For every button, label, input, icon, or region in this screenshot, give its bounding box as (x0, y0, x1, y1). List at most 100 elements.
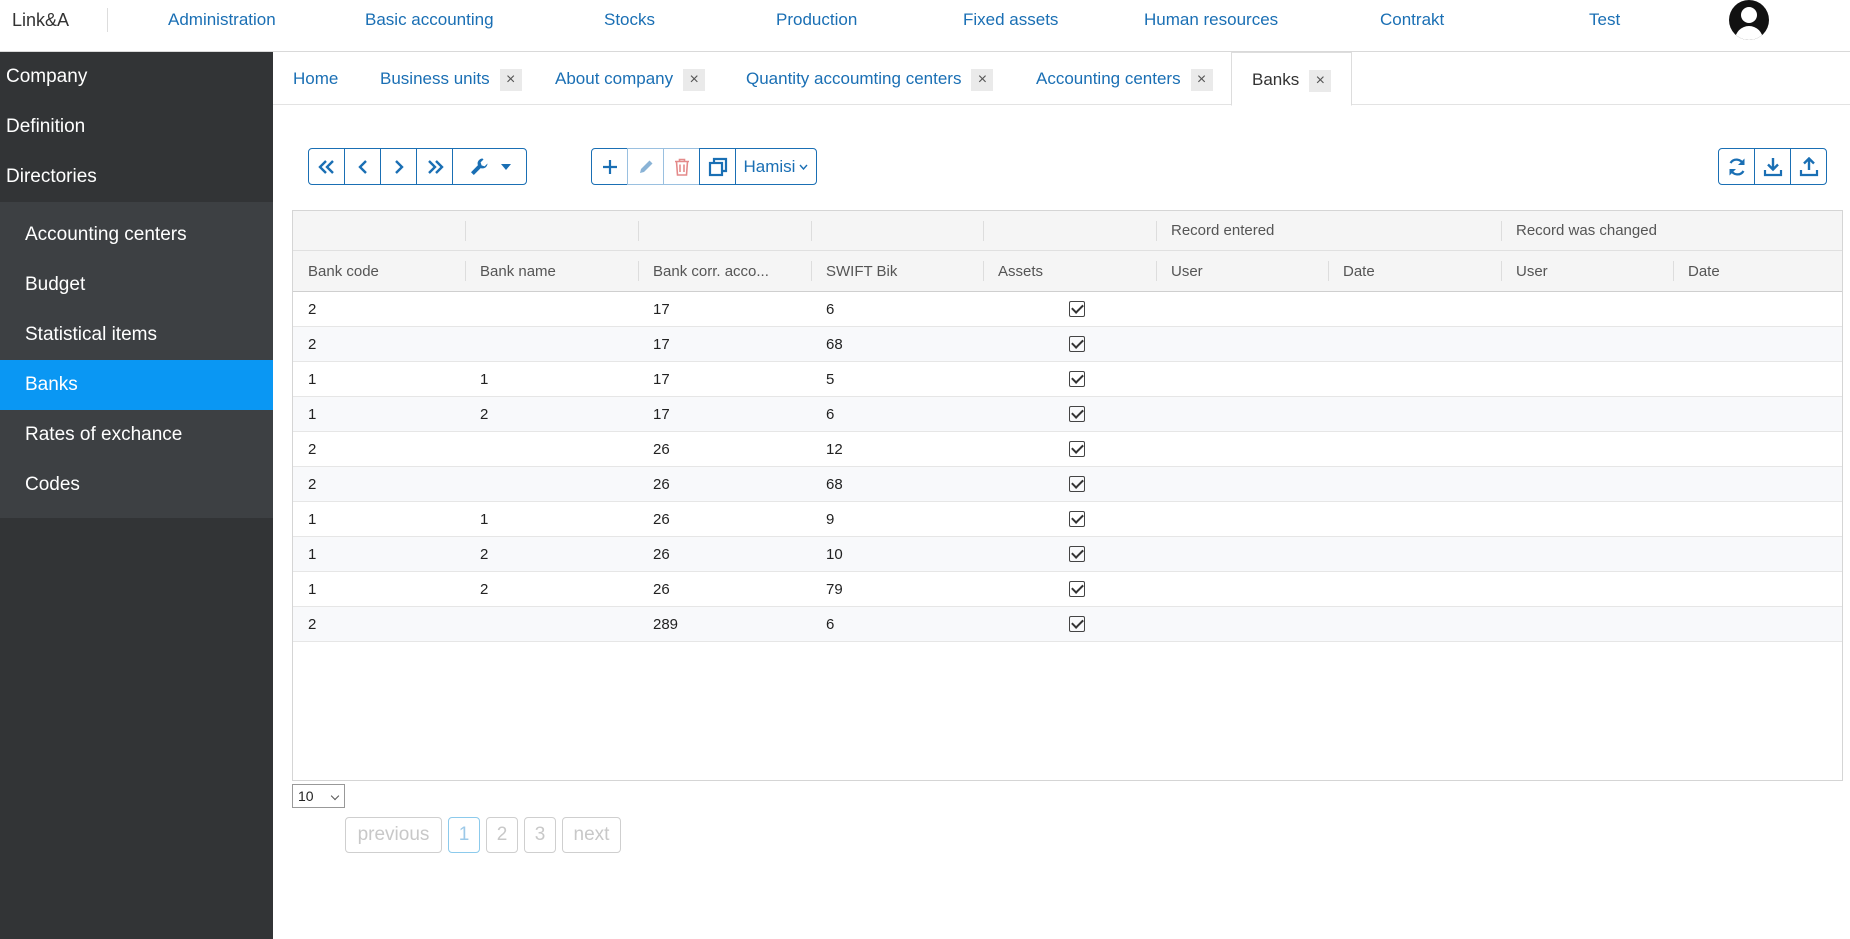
tab-about-company[interactable]: About company × (555, 52, 706, 105)
table-row[interactable]: 2 26 68 (293, 467, 1842, 502)
first-record-button[interactable] (308, 148, 345, 185)
topnav-test[interactable]: Test (1589, 10, 1620, 30)
assets-checkbox[interactable] (1069, 476, 1085, 492)
assets-checkbox[interactable] (1069, 511, 1085, 527)
topnav-production[interactable]: Production (776, 10, 857, 30)
table-row[interactable]: 2 26 12 (293, 432, 1842, 467)
assets-checkbox[interactable] (1069, 546, 1085, 562)
assets-checkbox[interactable] (1069, 371, 1085, 387)
sidebar-item-statistical-items[interactable]: Statistical items (0, 310, 273, 360)
layout-select-value: Hamisi (743, 156, 796, 176)
sidebar-item-banks[interactable]: Banks (0, 360, 273, 410)
cell-swift-bik: 6 (826, 301, 835, 318)
table-row[interactable]: 1 1 26 9 (293, 502, 1842, 537)
topnav-stocks[interactable]: Stocks (604, 10, 655, 30)
assets-checkbox[interactable] (1069, 301, 1085, 317)
tab-label: Quantity accoumting centers (746, 69, 962, 88)
cell-bank-corr-account: 289 (653, 616, 679, 633)
user-avatar-icon[interactable] (1729, 0, 1769, 40)
tab-home[interactable]: Home (293, 52, 338, 105)
sidebar-directories-submenu: Accounting centers Budget Statistical it… (0, 202, 273, 518)
sidebar-item-accounting-centers[interactable]: Accounting centers (0, 210, 273, 260)
sidebar-item-codes[interactable]: Codes (0, 460, 273, 510)
assets-checkbox[interactable] (1069, 406, 1085, 422)
tab-label: Business units (380, 69, 490, 88)
topnav-contrakt[interactable]: Contrakt (1380, 10, 1444, 30)
tab-quantity-accoumting-centers[interactable]: Quantity accoumting centers × (746, 52, 994, 105)
assets-checkbox[interactable] (1069, 581, 1085, 597)
column-header-bank-code[interactable]: Bank code (293, 251, 465, 291)
close-icon[interactable]: × (1309, 69, 1332, 92)
cell-bank-name (465, 607, 480, 642)
last-record-button[interactable] (416, 148, 453, 185)
cell-bank-corr-account: 26 (653, 581, 670, 598)
layout-select[interactable]: Hamisi (735, 148, 817, 185)
grid-column-header: Bank code Bank name Bank corr. acco... S… (293, 251, 1842, 292)
tools-dropdown-button[interactable] (452, 148, 527, 185)
sidebar-section-definition[interactable]: Definition (6, 116, 85, 138)
sidebar-section-company[interactable]: Company (6, 66, 87, 88)
next-record-button[interactable] (380, 148, 417, 185)
column-header-swift-bik[interactable]: SWIFT Bik (811, 251, 983, 291)
topnav-human-resources[interactable]: Human resources (1144, 10, 1278, 30)
column-header-assets[interactable]: Assets (983, 251, 1156, 291)
tab-label: Home (293, 69, 339, 88)
cell-bank-corr-account: 17 (653, 406, 670, 423)
tab-accounting-centers[interactable]: Accounting centers × (1036, 52, 1213, 105)
topnav-basic-accounting[interactable]: Basic accounting (365, 10, 494, 30)
table-row[interactable]: 1 2 17 6 (293, 397, 1842, 432)
cell-swift-bik: 6 (826, 406, 835, 423)
delete-record-button[interactable] (663, 148, 700, 185)
chevron-down-icon (799, 164, 808, 170)
upload-button[interactable] (1790, 148, 1827, 185)
sidebar-item-rates-of-exchance[interactable]: Rates of exchance (0, 410, 273, 460)
tab-business-units[interactable]: Business units × (380, 52, 522, 105)
brand-divider (107, 8, 108, 32)
cell-swift-bik: 68 (826, 476, 843, 493)
table-row[interactable]: 2 289 6 (293, 607, 1842, 642)
sidebar-section-directories[interactable]: Directories (6, 166, 97, 188)
cell-bank-name: 1 (480, 371, 489, 388)
table-row[interactable]: 2 17 68 (293, 327, 1842, 362)
column-header-bank-corr-account[interactable]: Bank corr. acco... (638, 251, 811, 291)
cell-bank-code: 2 (308, 476, 317, 493)
assets-checkbox[interactable] (1069, 616, 1085, 632)
previous-page-button[interactable]: previous (345, 817, 442, 853)
close-icon[interactable]: × (971, 68, 994, 91)
page-button-3[interactable]: 3 (524, 817, 556, 853)
download-button[interactable] (1754, 148, 1791, 185)
assets-checkbox[interactable] (1069, 441, 1085, 457)
close-icon[interactable]: × (1190, 68, 1213, 91)
assets-checkbox[interactable] (1069, 336, 1085, 352)
cell-bank-name (465, 327, 480, 362)
table-row[interactable]: 1 1 17 5 (293, 362, 1842, 397)
edit-record-button[interactable] (627, 148, 664, 185)
cell-swift-bik: 79 (826, 581, 843, 598)
add-record-button[interactable] (591, 148, 628, 185)
refresh-button[interactable] (1718, 148, 1755, 185)
brand-logo[interactable]: Link&A (12, 10, 69, 31)
previous-record-button[interactable] (344, 148, 381, 185)
tab-banks[interactable]: Banks × (1231, 52, 1353, 106)
page-button-1[interactable]: 1 (448, 817, 480, 853)
column-header-bank-name[interactable]: Bank name (465, 251, 638, 291)
page-size-value: 10 (298, 788, 314, 804)
topnav-fixed-assets[interactable]: Fixed assets (963, 10, 1058, 30)
column-header-changed-user[interactable]: User (1501, 251, 1673, 291)
column-header-entered-user[interactable]: User (1156, 251, 1328, 291)
import-export-group (1718, 148, 1827, 185)
close-icon[interactable]: × (499, 68, 522, 91)
close-icon[interactable]: × (683, 68, 706, 91)
table-row[interactable]: 1 2 26 10 (293, 537, 1842, 572)
copy-record-button[interactable] (699, 148, 736, 185)
page-button-2[interactable]: 2 (486, 817, 518, 853)
table-row[interactable]: 2 17 6 (293, 292, 1842, 327)
group-header-record-changed: Record was changed (1516, 222, 1657, 239)
column-header-changed-date[interactable]: Date (1673, 251, 1841, 291)
next-page-button[interactable]: next (562, 817, 621, 853)
sidebar-item-budget[interactable]: Budget (0, 260, 273, 310)
table-row[interactable]: 1 2 26 79 (293, 572, 1842, 607)
column-header-entered-date[interactable]: Date (1328, 251, 1501, 291)
topnav-administration[interactable]: Administration (168, 10, 276, 30)
page-size-select[interactable]: 10 (292, 784, 345, 808)
